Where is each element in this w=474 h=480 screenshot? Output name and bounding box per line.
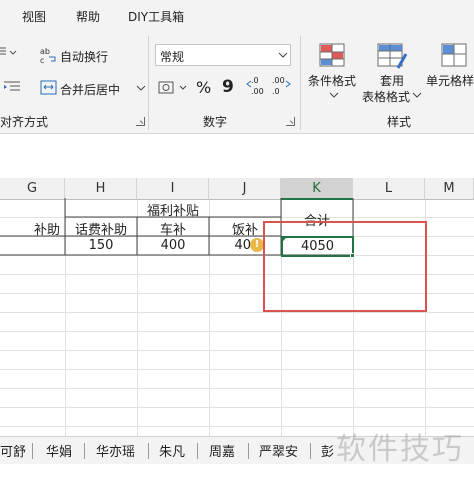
percent-style-button[interactable]: % (196, 78, 211, 97)
subheader-h[interactable]: 话费补助 (65, 219, 137, 238)
tab-separator (248, 443, 249, 459)
sheet-tab[interactable]: 周嘉 (209, 441, 235, 460)
decrease-decimal-bottom: .0 (272, 87, 280, 96)
merge-center-label: 合并后居中 (60, 83, 121, 97)
chevron-down-icon (278, 52, 288, 58)
chevron-down-icon (412, 92, 422, 98)
increase-decimal-top: .0 (251, 76, 259, 85)
watermark: 软件技巧 (336, 432, 464, 467)
align-left-icon (0, 47, 17, 55)
group-separator (300, 36, 301, 130)
tab-separator (197, 443, 198, 459)
number-format-select[interactable]: 常规 (155, 44, 291, 66)
gridline (0, 369, 474, 370)
column-header-k[interactable]: K (281, 178, 353, 200)
chevron-down-icon (329, 92, 339, 98)
cell-styles-label: 单元格样 (426, 74, 474, 88)
cell-styles-icon (441, 43, 467, 67)
sheet-tab[interactable]: 华娟 (46, 441, 72, 460)
cell-styles-button[interactable]: 单元格样 (426, 40, 474, 90)
menu-help[interactable]: 帮助 (76, 8, 100, 25)
column-header-m[interactable]: M (425, 178, 474, 200)
gridline (0, 350, 474, 351)
chevron-down-icon (136, 85, 146, 91)
highlight-box (263, 221, 427, 312)
subheader-i[interactable]: 车补 (137, 219, 209, 238)
column-header-i[interactable]: I (137, 178, 209, 200)
indent-button[interactable] (0, 76, 24, 96)
format-as-table-label-2: 表格格式 (362, 90, 411, 104)
format-as-table-icon (377, 43, 408, 69)
merge-center-button[interactable]: 合并后居中 (38, 77, 150, 99)
menu-bar: 视图 帮助 DIY工具箱 (0, 0, 474, 30)
tab-separator (148, 443, 149, 459)
number-dialog-launcher-icon[interactable] (286, 117, 295, 126)
comma-style-button[interactable]: 9 (222, 77, 234, 97)
accounting-icon (158, 81, 187, 94)
gridline (0, 388, 474, 389)
svg-text:c: c (40, 56, 44, 64)
conditional-formatting-icon (319, 43, 345, 67)
gridline (0, 407, 474, 408)
decrease-decimal-top: .00 (272, 76, 285, 85)
column-header-l[interactable]: L (353, 178, 425, 200)
alignment-dialog-launcher-icon[interactable] (136, 117, 145, 126)
styles-group-label: 样式 (387, 115, 412, 129)
sheet-tab[interactable]: 华亦瑶 (96, 441, 135, 460)
indent-icon (4, 81, 20, 91)
align-dropdown[interactable] (0, 42, 24, 62)
sheet-tab[interactable]: 彭 (321, 441, 334, 460)
wrap-text-button[interactable]: ab c 自动换行 (38, 44, 150, 66)
number-format-value: 常规 (160, 50, 185, 64)
wrap-text-label: 自动换行 (60, 50, 109, 64)
format-as-table-button[interactable]: 套用 表格格式 (362, 40, 424, 106)
sheet-tab[interactable]: 严翠安 (259, 441, 298, 460)
group-separator (148, 36, 149, 130)
tab-separator (84, 443, 85, 459)
sheet-tab[interactable]: 朱凡 (159, 441, 185, 460)
cell-i-value[interactable]: 400 (137, 238, 209, 253)
format-as-table-label-1: 套用 (380, 74, 405, 88)
column-header-g[interactable]: G (0, 178, 65, 200)
column-header-j[interactable]: J (209, 178, 281, 200)
tab-separator (32, 443, 33, 459)
decrease-decimal-button[interactable]: .00 .0 (270, 76, 292, 100)
number-group-label: 数字 (203, 115, 228, 129)
menu-view[interactable]: 视图 (22, 8, 46, 25)
increase-decimal-button[interactable]: .0 .00 (246, 76, 268, 100)
arrow-right-icon (285, 80, 291, 88)
menu-diy-tools[interactable]: DIY工具箱 (128, 8, 184, 25)
wrap-text-icon: ab c (40, 47, 56, 64)
sheet-tab[interactable]: 可舒 (0, 441, 26, 460)
tab-separator (310, 443, 311, 459)
accounting-format-button[interactable] (158, 78, 192, 98)
merged-header-welfare[interactable]: 福利补贴 (65, 200, 281, 219)
merge-center-icon (40, 80, 57, 95)
gridline (0, 331, 474, 332)
column-header-h[interactable]: H (65, 178, 137, 200)
warning-icon[interactable]: ! (250, 238, 264, 252)
conditional-formatting-label: 条件格式 (308, 74, 357, 88)
svg-text:ab: ab (40, 47, 50, 56)
increase-decimal-bottom: .00 (251, 87, 264, 96)
gridline (0, 312, 474, 313)
conditional-formatting-button[interactable]: 条件格式 (306, 40, 362, 106)
alignment-group-label: 对齐方式 (0, 115, 49, 129)
cell-h-value[interactable]: 150 (65, 238, 137, 253)
subheader-g[interactable]: 补助 (0, 219, 60, 238)
